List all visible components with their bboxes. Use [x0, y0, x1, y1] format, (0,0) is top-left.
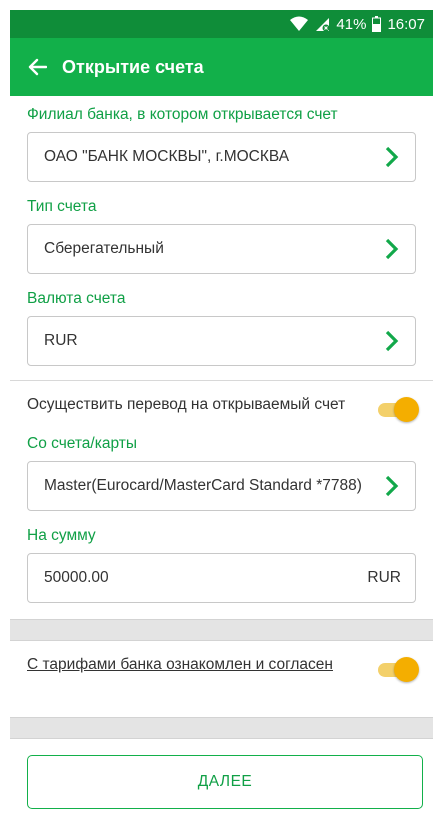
- currency-label: Валюта счета: [27, 290, 126, 307]
- from-account-label: Со счета/карты: [27, 435, 137, 452]
- wifi-icon: [290, 16, 309, 32]
- chevron-right-icon: [383, 474, 401, 498]
- account-type-selector[interactable]: Сберегательный: [27, 224, 416, 274]
- chevron-right-icon: [383, 329, 401, 353]
- amount-section: На сумму 50000.00 RUR: [10, 525, 433, 619]
- branch-value: ОАО "БАНК МОСКВЫ", г.МОСКВА: [44, 148, 290, 165]
- chevron-right-icon: [383, 145, 401, 169]
- amount-currency: RUR: [367, 569, 401, 586]
- from-account-selector[interactable]: Master(Eurocard/MasterCard Standard *778…: [27, 461, 416, 511]
- account-type-section: Тип счета Сберегательный: [10, 196, 433, 274]
- from-account-section: Со счета/карты Master(Eurocard/MasterCar…: [10, 433, 433, 511]
- battery-percent: 41%: [336, 15, 367, 33]
- section-separator: [10, 717, 433, 739]
- branch-section: Филиал банка, в котором открывается счет…: [10, 104, 433, 182]
- transfer-toggle-switch[interactable]: [376, 395, 420, 425]
- amount-value: 50000.00: [44, 569, 109, 586]
- chevron-right-icon: [383, 237, 401, 261]
- transfer-toggle-row: Осуществить перевод на открываемый счет: [10, 393, 433, 425]
- page-title: Открытие счета: [62, 56, 204, 77]
- status-bar: 41% 16:07: [10, 10, 433, 38]
- currency-section: Валюта счета RUR: [10, 288, 433, 380]
- currency-selector[interactable]: RUR: [27, 316, 416, 366]
- tariffs-link[interactable]: С тарифами банка ознакомлен и согласен: [27, 653, 347, 677]
- tariffs-toggle-row: С тарифами банка ознакомлен и согласен: [10, 653, 433, 717]
- currency-value: RUR: [44, 332, 78, 349]
- app-bar: Открытие счета: [10, 38, 433, 96]
- divider: [10, 380, 433, 381]
- clock: 16:07: [387, 15, 425, 33]
- signal-icon: [314, 16, 330, 32]
- from-account-value: Master(Eurocard/MasterCard Standard *778…: [44, 477, 362, 494]
- branch-label: Филиал банка, в котором открывается счет: [27, 106, 338, 123]
- amount-input[interactable]: 50000.00 RUR: [27, 553, 416, 603]
- phone-screen: 41% 16:07 Открытие счета Филиал банка, в…: [10, 10, 433, 820]
- section-separator: [10, 619, 433, 641]
- switch-thumb: [394, 397, 419, 422]
- amount-label: На сумму: [27, 527, 96, 544]
- switch-thumb: [394, 657, 419, 682]
- button-container: ДАЛЕЕ: [10, 755, 433, 809]
- branch-selector[interactable]: ОАО "БАНК МОСКВЫ", г.МОСКВА: [27, 132, 416, 182]
- back-arrow-icon[interactable]: [26, 56, 48, 78]
- battery-icon: [372, 16, 382, 32]
- next-button[interactable]: ДАЛЕЕ: [27, 755, 423, 809]
- account-type-value: Сберегательный: [44, 240, 164, 257]
- account-type-label: Тип счета: [27, 198, 97, 215]
- tariffs-toggle-switch[interactable]: [376, 655, 420, 685]
- transfer-toggle-label: Осуществить перевод на открываемый счет: [27, 396, 346, 413]
